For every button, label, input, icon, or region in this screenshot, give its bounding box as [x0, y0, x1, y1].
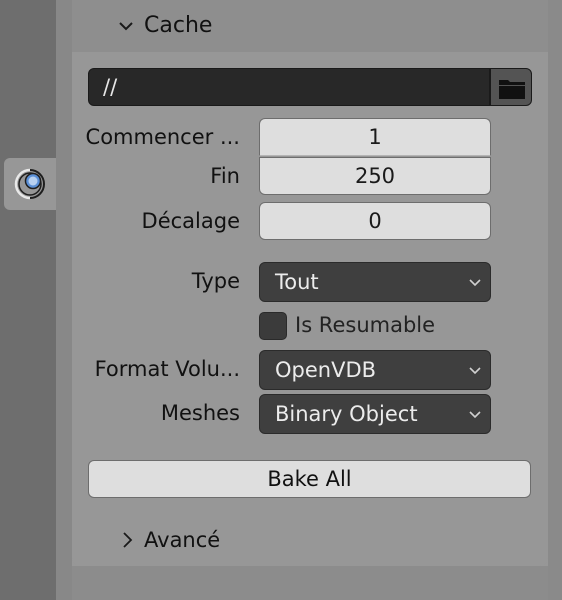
advanced-subpanel-title[interactable]: Avancé: [144, 528, 220, 552]
cache-directory-field[interactable]: //: [88, 68, 490, 106]
bake-all-button[interactable]: Bake All: [88, 460, 531, 498]
type-label: Type: [191, 269, 240, 293]
frame-end-field[interactable]: 250: [259, 157, 491, 195]
folder-icon: [499, 80, 525, 99]
frame-start-label: Commencer ...: [85, 125, 240, 149]
meshes-value: Binary Object: [275, 402, 418, 426]
chevron-right-icon[interactable]: [121, 531, 133, 549]
frame-offset-field[interactable]: 0: [259, 202, 491, 240]
frame-offset-label: Décalage: [141, 209, 240, 233]
frame-start-field[interactable]: 1: [259, 118, 491, 156]
type-value: Tout: [275, 270, 319, 294]
is-resumable-label[interactable]: Is Resumable: [295, 313, 435, 337]
browse-folder-button[interactable]: [490, 68, 532, 106]
chevron-down-icon: [469, 411, 481, 419]
panel-gutter: [56, 0, 72, 600]
chevron-down-icon: [469, 279, 481, 287]
volume-format-dropdown[interactable]: OpenVDB: [259, 350, 491, 390]
scrollbar-track[interactable]: [548, 0, 562, 600]
physics-tab[interactable]: [4, 158, 56, 210]
chevron-down-icon[interactable]: [118, 18, 134, 34]
properties-tab-strip: [0, 0, 56, 600]
frame-end-label: Fin: [210, 164, 240, 188]
volume-format-value: OpenVDB: [275, 358, 377, 382]
next-panel-edge: [72, 566, 548, 600]
chevron-down-icon: [469, 367, 481, 375]
meshes-label: Meshes: [160, 401, 240, 425]
cache-panel-title[interactable]: Cache: [144, 13, 212, 38]
meshes-dropdown[interactable]: Binary Object: [259, 394, 491, 434]
type-dropdown[interactable]: Tout: [259, 262, 491, 302]
volume-format-label: Format Volu...: [94, 357, 240, 381]
physics-fluid-icon: [14, 168, 45, 200]
is-resumable-checkbox[interactable]: [259, 312, 287, 340]
